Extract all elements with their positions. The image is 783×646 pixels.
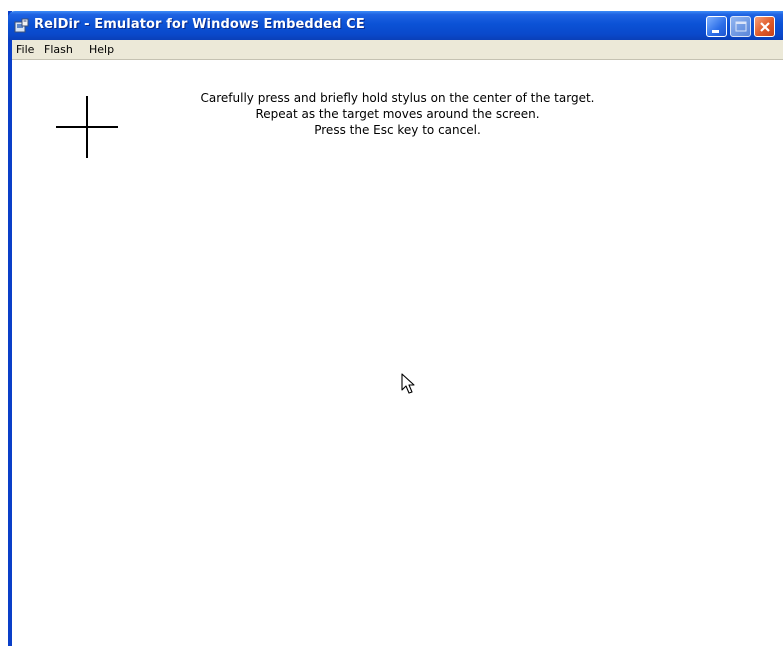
menu-help[interactable]: Help (89, 43, 114, 56)
app-icon[interactable] (14, 18, 29, 33)
menu-file[interactable]: File (16, 43, 34, 56)
close-button[interactable] (754, 16, 775, 37)
title-bar[interactable]: RelDir - Emulator for Windows Embedded C… (8, 11, 783, 40)
emulator-screen[interactable]: Carefully press and briefly hold stylus … (12, 60, 783, 646)
menu-flash[interactable]: Flash (44, 43, 73, 56)
window-title: RelDir - Emulator for Windows Embedded C… (34, 17, 365, 32)
maximize-button[interactable] (730, 16, 751, 37)
minimize-button[interactable] (706, 16, 727, 37)
mouse-pointer-icon (401, 373, 415, 394)
instruction-line-1: Carefully press and briefly hold stylus … (200, 91, 595, 105)
instruction-line-3: Press the Esc key to cancel. (314, 123, 481, 137)
emulator-window: RelDir - Emulator for Windows Embedded C… (8, 11, 783, 646)
crosshair-target-icon[interactable] (56, 96, 118, 158)
minimize-icon (712, 30, 719, 33)
instruction-line-2: Repeat as the target moves around the sc… (255, 107, 540, 121)
maximize-icon (735, 21, 747, 32)
close-icon (760, 22, 770, 32)
menu-bar: File Flash Help (12, 40, 783, 60)
